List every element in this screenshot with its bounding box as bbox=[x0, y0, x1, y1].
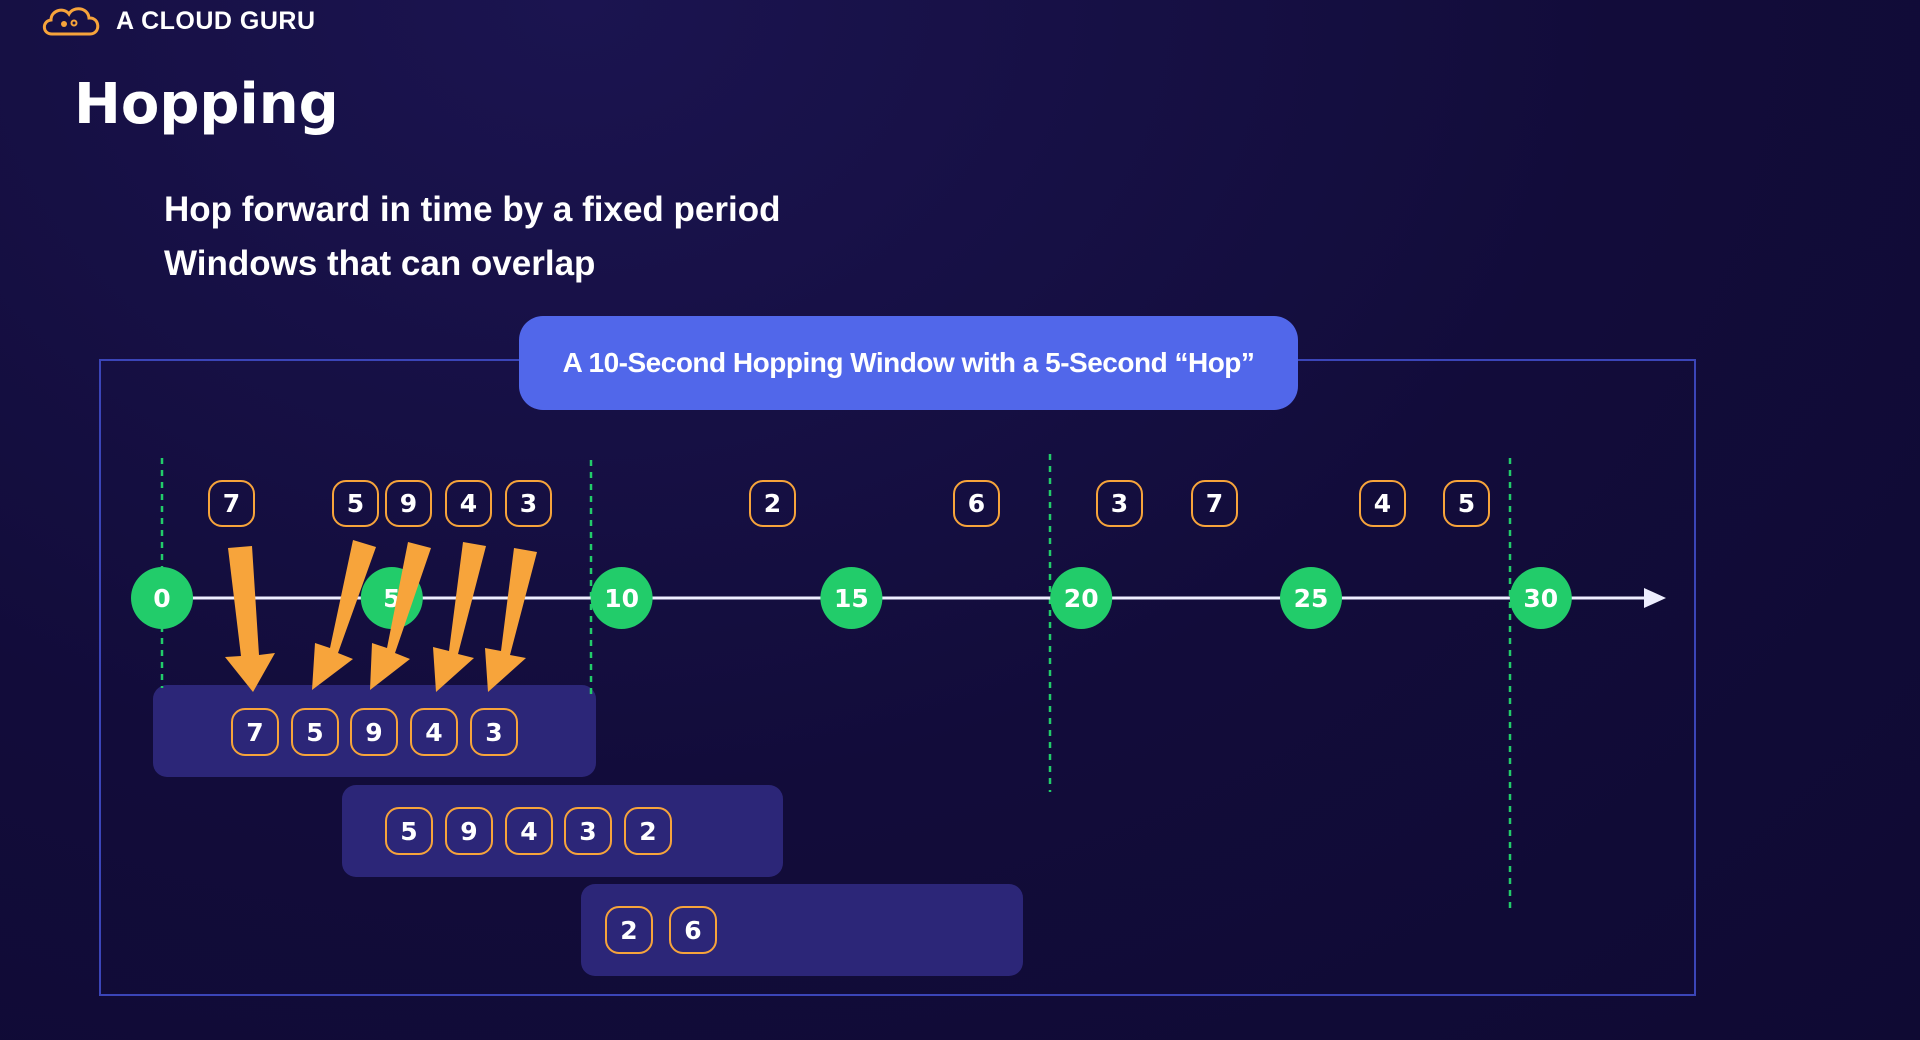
window-event: 9 bbox=[445, 807, 493, 855]
window-event: 2 bbox=[605, 906, 653, 954]
arrow-shape bbox=[485, 548, 537, 692]
event-box: 3 bbox=[505, 480, 552, 527]
window-event: 5 bbox=[385, 807, 433, 855]
window-event: 3 bbox=[470, 708, 518, 756]
event-box: 2 bbox=[749, 480, 796, 527]
event-box: 3 bbox=[1096, 480, 1143, 527]
event-box: 5 bbox=[1443, 480, 1490, 527]
event-box: 9 bbox=[385, 480, 432, 527]
timeline-tick-label: 25 bbox=[1294, 584, 1329, 613]
diagram-banner: A 10-Second Hopping Window with a 5-Seco… bbox=[519, 316, 1298, 410]
window-event: 9 bbox=[350, 708, 398, 756]
event-box: 4 bbox=[445, 480, 492, 527]
timeline-tick-label: 0 bbox=[153, 584, 170, 613]
window-event: 6 bbox=[669, 906, 717, 954]
event-box: 7 bbox=[1191, 480, 1238, 527]
window-event: 4 bbox=[410, 708, 458, 756]
event-box: 7 bbox=[208, 480, 255, 527]
timeline-arrowhead bbox=[1644, 588, 1666, 608]
arrow-shape bbox=[225, 546, 275, 692]
timeline-tick-label: 30 bbox=[1523, 584, 1558, 613]
arrow-shape bbox=[433, 542, 486, 692]
window-event: 7 bbox=[231, 708, 279, 756]
window-event: 3 bbox=[564, 807, 612, 855]
event-box: 5 bbox=[332, 480, 379, 527]
timeline-tick-label: 10 bbox=[604, 584, 639, 613]
window-event: 5 bbox=[291, 708, 339, 756]
window-event: 2 bbox=[624, 807, 672, 855]
event-box: 6 bbox=[953, 480, 1000, 527]
window-event: 4 bbox=[505, 807, 553, 855]
timeline-tick-label: 20 bbox=[1064, 584, 1099, 613]
timeline-tick-label: 15 bbox=[834, 584, 869, 613]
event-box: 4 bbox=[1359, 480, 1406, 527]
